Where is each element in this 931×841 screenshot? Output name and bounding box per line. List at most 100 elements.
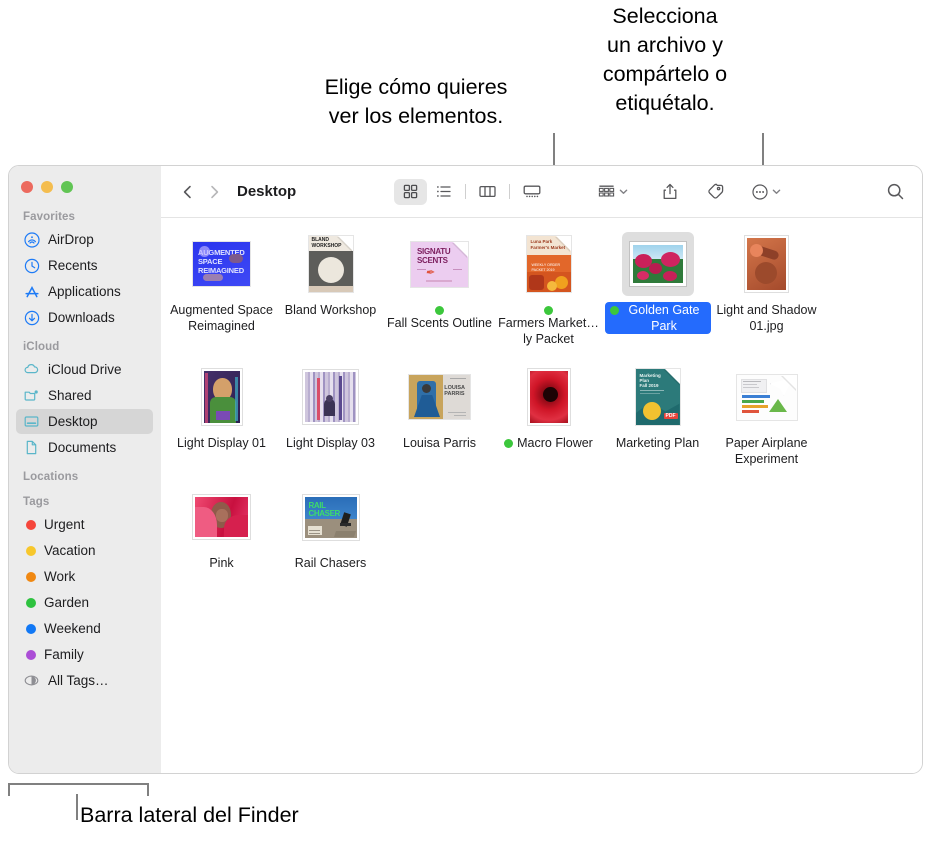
file-item[interactable]: Paper Airplane Experiment [712,365,821,467]
file-thumbnail: RAIL CHASER [295,485,367,549]
tag-button[interactable] [702,179,728,205]
toolbar-divider [465,184,467,199]
file-label: Bland Workshop [285,302,377,318]
zoom-button[interactable] [61,181,73,193]
file-thumbnail: Luna Park Farmer's Market WEEKLY ORDER PAC… [513,232,585,296]
sidebar-item-tag-urgent[interactable]: Urgent [16,512,153,537]
group-by-button[interactable] [594,179,632,205]
file-tag-dot [435,306,444,315]
desktop-icon [23,413,40,430]
file-name: Light Display 03 [286,436,375,450]
file-name: Golden Gate Park [628,303,700,333]
dog-ear [555,236,571,251]
file-tag-dot [544,306,553,315]
page-title: Desktop [237,183,297,200]
sidebar-section-icloud-header: iCloud [23,341,60,353]
file-item-selected[interactable]: Golden Gate Park [603,232,712,347]
file-label: Light Display 03 [286,435,375,451]
sidebar-item-label: iCloud Drive [48,362,122,377]
view-mode-group [394,178,548,205]
back-button[interactable] [175,179,201,205]
sidebar-item-recents[interactable]: Recents [16,253,153,278]
file-item[interactable]: BLAND WORKSHOP Bland Workshop [276,232,385,347]
sidebar-item-airdrop[interactable]: AirDrop [16,227,153,252]
sidebar-item-downloads[interactable]: Downloads [16,305,153,330]
sidebar-section-locations-header: Locations [23,471,79,483]
file-name: Bland Workshop [284,303,377,317]
file-label: Augmented Space Reimagined [169,302,275,334]
sidebar-item-label: Downloads [48,310,115,325]
file-thumbnail [513,365,585,429]
file-item[interactable]: Light Display 01 [167,365,276,467]
file-item[interactable]: SIGNATU SCENTS ✒ Fall Scents Outline [385,232,494,347]
cloud-icon [23,361,40,378]
sidebar-item-icloud-drive[interactable]: iCloud Drive [16,357,153,382]
finder-sidebar: Favorites AirDrop Recents Applications D… [9,166,161,773]
file-tag-dot [609,306,619,315]
file-item[interactable]: AUGMENTED SPACE REIMAGINED Augmented Space… [167,232,276,347]
sidebar-item-all-tags[interactable]: All Tags… [16,668,153,693]
gallery-view-button[interactable] [515,179,548,205]
grid-view-button[interactable] [394,178,428,205]
document-icon [23,439,40,456]
file-item[interactable]: Marketing Plan Fall 2019 PDF Marketing Pla… [603,365,712,467]
column-view-button[interactable] [471,179,504,205]
file-label: Marketing Plan [616,435,699,451]
file-thumbnail [731,365,803,429]
file-thumbnail [621,232,694,296]
screenshot-root: Elige cómo quieres ver los elementos. Se… [0,0,931,841]
sidebar-item-tag-vacation[interactable]: Vacation [16,538,153,563]
file-item[interactable]: RAIL CHASER Rail Chasers [276,485,385,571]
dog-ear [781,374,797,390]
tag-dot-icon [26,623,36,634]
sidebar-item-tag-weekend[interactable]: Weekend [16,616,153,641]
file-label: Light and Shadow 01.jpg [714,302,820,334]
sidebar-item-label: Weekend [44,621,101,636]
callout-view-modes-text: Elige cómo quieres ver los elementos. [324,75,508,128]
sidebar-item-desktop[interactable]: Desktop [16,409,153,434]
tag-dot-icon [26,597,36,608]
sidebar-item-label: Family [44,647,84,662]
sidebar-item-applications[interactable]: Applications [16,279,153,304]
airdrop-icon [23,231,40,248]
tag-dot-icon [26,519,36,530]
file-name-line-1: Golden Gate Park [604,302,711,334]
file-item[interactable]: Luna Park Farmer's Market WEEKLY ORDER PAC… [494,232,603,347]
forward-button[interactable] [201,179,227,205]
file-name: Light and Shadow 01.jpg [716,303,817,333]
share-button[interactable] [658,179,682,205]
list-view-button[interactable] [427,179,460,205]
sidebar-section-tags-header: Tags [23,496,50,508]
file-name: Paper Airplane Experiment [725,436,808,466]
sidebar-item-tag-family[interactable]: Family [16,642,153,667]
file-item[interactable]: Light Display 03 [276,365,385,467]
finder-content: Desktop AUGMENTED SPACE REIMAGINED Augme… [161,166,922,773]
more-options-button[interactable] [748,179,785,205]
file-thumbnail: SIGNATU SCENTS ✒ [404,232,476,296]
downloads-icon [23,309,40,326]
minimize-button[interactable] [41,181,53,193]
file-thumbnail [186,365,258,429]
callout-share-tag-stem [762,133,764,166]
close-button[interactable] [21,181,33,193]
sidebar-item-documents[interactable]: Documents [16,435,153,460]
file-item[interactable]: Light and Shadow 01.jpg [712,232,821,347]
sidebar-item-shared[interactable]: Shared [16,383,153,408]
file-name: Macro Flower [517,436,593,450]
search-button[interactable] [883,179,908,205]
sidebar-caption-bracket [8,783,149,796]
sidebar-item-tag-work[interactable]: Work [16,564,153,589]
file-item[interactable]: Pink [167,485,276,571]
sidebar-item-label: Garden [44,595,90,610]
sidebar-item-label: AirDrop [48,232,94,247]
file-item[interactable]: Macro Flower [494,365,603,467]
sidebar-item-label: Recents [48,258,98,273]
file-name: Pink [209,556,234,570]
sidebar-section-favorites-header: Favorites [23,211,76,223]
finder-toolbar: Desktop [161,166,922,218]
sidebar-item-tag-garden[interactable]: Garden [16,590,153,615]
shared-folder-icon [23,387,40,404]
file-name: Rail Chasers [294,556,367,570]
tag-dot-icon [26,545,36,556]
file-item[interactable]: LOUISA PARRIS Louisa Parris [385,365,494,467]
